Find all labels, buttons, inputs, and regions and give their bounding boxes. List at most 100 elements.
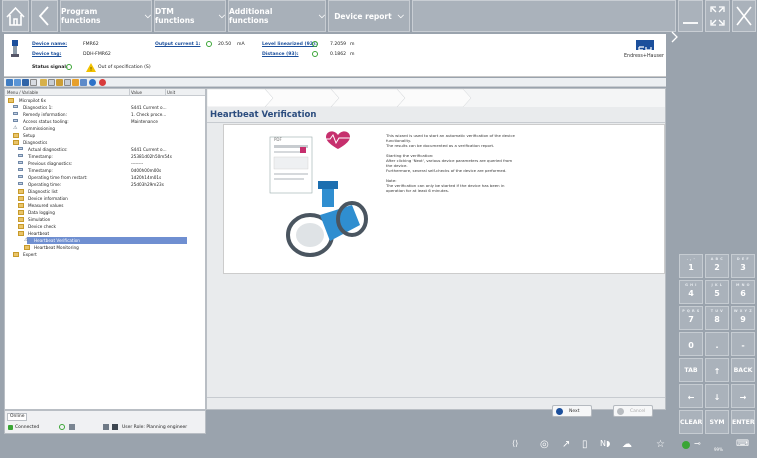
refresh-icon[interactable] xyxy=(14,79,21,86)
camera-icon[interactable]: ◎ xyxy=(540,439,549,450)
parameter-icon xyxy=(18,168,23,171)
key-k15[interactable]: ← xyxy=(679,384,703,408)
tree-row[interactable]: Access status tooling: Maintenance xyxy=(5,118,205,125)
tree-row[interactable]: Diagnostic list xyxy=(5,188,205,195)
keyboard-icon[interactable]: ⌨ xyxy=(736,439,749,449)
key-k17[interactable]: → xyxy=(731,384,755,408)
tree-row[interactable]: Device check xyxy=(5,223,205,230)
tree-row-label: Diagnostics xyxy=(23,140,48,145)
folder-icon xyxy=(13,252,19,257)
menu-additional-functions[interactable]: Additional functions ⌵ xyxy=(228,0,326,32)
tree-row[interactable]: Heartbeat xyxy=(5,230,205,237)
tree-row[interactable]: Operating time: 25d03h29m23s xyxy=(5,181,205,188)
key-k16[interactable]: ↓ xyxy=(705,384,729,408)
note-text: The verification can only be started if … xyxy=(386,183,505,193)
output-current-label[interactable]: Output current 1: xyxy=(155,42,200,47)
key-k11[interactable]: - xyxy=(731,332,755,356)
level-linearized-label[interactable]: Level linearized (92): xyxy=(262,42,317,47)
tree-row[interactable]: Diagnostics 1: S441 Current o... xyxy=(5,104,205,111)
parameter-icon xyxy=(18,147,23,150)
key-k3[interactable]: G H I 4 xyxy=(679,280,703,304)
cancel-label: Cancel xyxy=(630,408,646,414)
key-k1[interactable]: A B C 2 xyxy=(705,254,729,278)
tree-row[interactable]: Expert xyxy=(5,251,205,258)
device-icon[interactable] xyxy=(22,79,29,86)
device-name-label[interactable]: Device name: xyxy=(32,42,67,47)
close-button[interactable] xyxy=(732,0,756,32)
tree-row-label: Diagnostics 1: xyxy=(23,105,53,110)
folder-icon xyxy=(18,196,24,201)
key-clear[interactable]: CLEAR xyxy=(679,410,703,434)
network-icon[interactable]: ⟨⟩ xyxy=(512,439,518,448)
tree-row[interactable]: Measured values xyxy=(5,202,205,209)
next-button[interactable]: Next xyxy=(552,405,592,417)
tree-row[interactable]: Heartbeat Monitoring xyxy=(5,244,205,251)
key-k2[interactable]: D E F 3 xyxy=(731,254,755,278)
key-tab[interactable]: TAB xyxy=(679,358,703,382)
help-icon[interactable] xyxy=(99,79,106,86)
read-icon[interactable] xyxy=(40,79,47,86)
tree-row[interactable]: Simulation xyxy=(5,216,205,223)
parameter-icon xyxy=(13,119,18,122)
cloud-icon[interactable]: ☁ xyxy=(622,439,632,450)
menu-dtm-functions[interactable]: DTM functions ⌵ xyxy=(154,0,226,32)
folder-icon[interactable] xyxy=(56,79,63,86)
menu-device-report[interactable]: Device report ⌵ xyxy=(328,0,410,32)
info-icon[interactable] xyxy=(89,79,96,86)
tree-row[interactable]: ⚠ Commissioning xyxy=(5,125,205,132)
tree-row[interactable]: Remedy information: 1. Check proce... xyxy=(5,111,205,118)
tree-row[interactable]: Timestamp: 0d00h00m00s xyxy=(5,167,205,174)
chevron-right-icon[interactable] xyxy=(670,30,680,44)
connect-icon[interactable] xyxy=(80,79,87,86)
save-icon[interactable] xyxy=(64,79,71,86)
menu-program-functions[interactable]: Program functions ⌵ xyxy=(60,0,152,32)
key-k13[interactable]: ↑ xyxy=(705,358,729,382)
tree-row-label: Measured values xyxy=(28,203,64,208)
print-icon[interactable] xyxy=(48,79,55,86)
star-icon[interactable]: ☆ xyxy=(656,439,665,450)
list-icon[interactable] xyxy=(30,79,37,86)
tree-row[interactable]: Diagnostics xyxy=(5,139,205,146)
tree-row[interactable]: Device information xyxy=(5,195,205,202)
wizard-panel: Heartbeat Verification PDF This wizard i… xyxy=(206,88,666,417)
column-value: Value xyxy=(131,90,142,95)
key-k10[interactable]: . xyxy=(705,332,729,356)
key-sym[interactable]: SYM xyxy=(705,410,729,434)
tree-row-label: Remedy information: xyxy=(23,112,67,117)
device-tag-label[interactable]: Device tag: xyxy=(32,52,61,57)
key-k4[interactable]: J K L 5 xyxy=(705,280,729,304)
upload-icon[interactable] xyxy=(72,79,79,86)
key-k7[interactable]: T U V 8 xyxy=(705,306,729,330)
minimize-button[interactable] xyxy=(678,0,703,32)
tree-row[interactable]: Micropilot 6x xyxy=(5,97,205,104)
cancel-icon xyxy=(617,407,624,415)
fullscreen-button[interactable] xyxy=(705,0,730,32)
tree-row[interactable]: Timestamp: 25381d02h50m54s xyxy=(5,153,205,160)
tree-row-selected[interactable]: ⚠ Heartbeat Verification xyxy=(24,237,187,244)
tree-row[interactable]: Previous diagnostics: -------- xyxy=(5,160,205,167)
tab-online[interactable]: Online xyxy=(7,413,27,421)
tree-view-icon[interactable] xyxy=(6,79,13,86)
key-k8[interactable]: W X Y Z 9 xyxy=(731,306,755,330)
tree-row-value: 0d00h00m00s xyxy=(131,168,162,173)
cancel-button[interactable]: Cancel xyxy=(613,405,653,417)
parameter-icon xyxy=(18,175,23,178)
usb-icon[interactable]: ▯ xyxy=(582,439,588,450)
nfc-icon[interactable]: N◗ xyxy=(600,439,610,448)
tree-row[interactable]: Actual diagnostics: S441 Current o... xyxy=(5,146,205,153)
back-button[interactable] xyxy=(31,0,58,32)
tree-row-label: Actual diagnostics: xyxy=(28,147,68,152)
home-button[interactable] xyxy=(2,0,29,32)
key-k0[interactable]: . , - 1 xyxy=(679,254,703,278)
key-enter[interactable]: ENTER xyxy=(731,410,755,434)
tree-row[interactable]: Data logging xyxy=(5,209,205,216)
key-k6[interactable]: P Q R S 7 xyxy=(679,306,703,330)
distance-label[interactable]: Distance (93): xyxy=(262,52,299,57)
key-k9[interactable]: 0 xyxy=(679,332,703,356)
arrow-icon[interactable]: ↗ xyxy=(562,439,570,450)
key-back[interactable]: BACK xyxy=(731,358,755,382)
key-k5[interactable]: M N O 6 xyxy=(731,280,755,304)
key-sublabel: T U V xyxy=(710,309,724,313)
tree-row[interactable]: Operating time from restart: 1d20h14m01s xyxy=(5,174,205,181)
tree-row[interactable]: Setup xyxy=(5,132,205,139)
